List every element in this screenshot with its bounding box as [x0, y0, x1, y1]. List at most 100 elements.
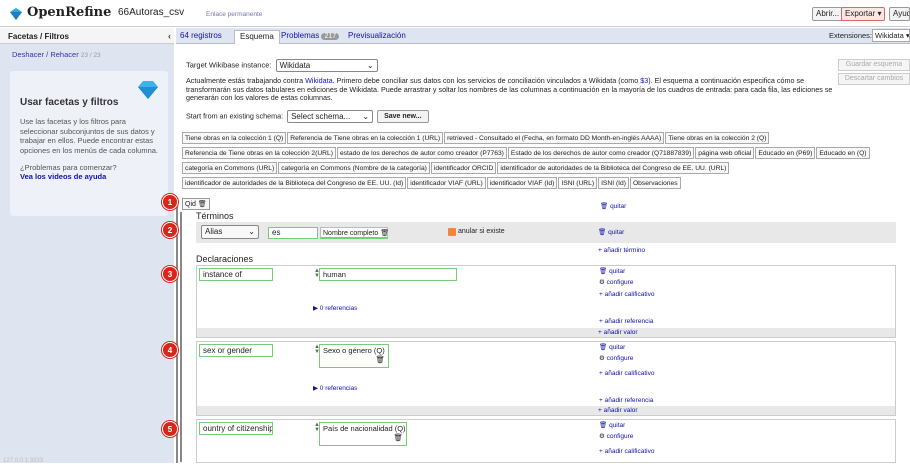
- term-value-chip[interactable]: Nombre completo 🗑: [320, 227, 389, 239]
- add-value-link[interactable]: + añadir valor: [598, 407, 638, 414]
- property-input[interactable]: sex or gender: [199, 344, 273, 357]
- problems-count-badge: 217: [321, 33, 340, 40]
- chevron-down-icon: ⌄: [248, 227, 255, 236]
- collapse-sidebar-icon[interactable]: ‹: [168, 31, 171, 41]
- configure-label: configure: [606, 355, 634, 362]
- open-button[interactable]: Abrir...: [812, 7, 844, 21]
- column-chip[interactable]: categoría en Commons (Nombre de la categ…: [278, 162, 430, 174]
- column-chip[interactable]: identificador ORCID: [430, 162, 497, 174]
- remove-statement-link[interactable]: 🗑 quitar: [599, 267, 625, 275]
- diamond-icon: [138, 81, 158, 99]
- column-chip[interactable]: retrieved - Consultado el (Fecha, en for…: [444, 132, 665, 144]
- column-chip[interactable]: estado de los derechos de autor como cre…: [336, 147, 507, 159]
- statement-footer: + añadir valor: [197, 406, 895, 415]
- column-chip[interactable]: ISNI (URL): [558, 177, 598, 189]
- column-chip[interactable]: página web oficial: [695, 147, 755, 159]
- statement-country-of-citizenship: ountry of citizenship ▲ ▼ País de naciona…: [196, 419, 896, 463]
- column-chip[interactable]: Referencia de Tiene obras en la colecció…: [182, 147, 336, 159]
- schema-description: Actualmente estás trabajando contra Wiki…: [186, 76, 836, 103]
- term-language-input[interactable]: es: [268, 227, 318, 239]
- add-qualifier-link[interactable]: + añadir calificativo: [599, 448, 654, 455]
- add-reference-link[interactable]: + añadir referencia: [599, 318, 653, 325]
- remove-item-link[interactable]: 🗑 quitar: [600, 202, 626, 210]
- annotation-badge-3: 3: [162, 266, 178, 282]
- column-chip[interactable]: Referencia de Tiene obras en la colecció…: [287, 132, 444, 144]
- configure-link[interactable]: ⚙ configure: [599, 278, 633, 286]
- add-term-link[interactable]: + añadir término: [598, 247, 645, 254]
- references-toggle[interactable]: ▶ 0 referencias: [313, 304, 357, 312]
- trash-icon[interactable]: 🗑: [380, 230, 389, 237]
- property-input[interactable]: instance of: [199, 268, 273, 281]
- tab-problems[interactable]: Problemas 217: [281, 31, 340, 40]
- discard-changes-button[interactable]: Descartar cambios: [838, 73, 910, 85]
- project-name[interactable]: 66Autoras_csv: [118, 7, 184, 18]
- qid-chip[interactable]: Qid 🗑: [182, 198, 210, 210]
- chevron-down-icon: ⌄: [362, 112, 370, 121]
- term-type-value: Alias: [205, 227, 223, 236]
- column-chip[interactable]: Tiene obras en la colección 2 (Q): [665, 132, 770, 144]
- remove-label: quitar: [609, 422, 626, 429]
- save-schema-button[interactable]: Guardar esquema: [838, 59, 910, 71]
- tab-problems-label: Problemas: [281, 31, 320, 40]
- statement-instance-of: instance of ▲ ▼ human ▶ 0 referencias 🗑 q…: [196, 265, 896, 338]
- column-chip[interactable]: identificador VIAF (URL): [407, 177, 486, 189]
- server-address: 127.0.0.1:3333: [3, 458, 44, 464]
- trash-icon[interactable]: 🗑: [375, 355, 385, 364]
- trash-icon[interactable]: 🗑: [198, 201, 207, 208]
- column-chip[interactable]: Educado en (P69): [755, 147, 816, 159]
- add-qualifier-link[interactable]: + añadir calificativo: [599, 291, 654, 298]
- qid-label: Qid: [185, 201, 196, 208]
- permalink-link[interactable]: Enlace permanente: [206, 11, 262, 18]
- references-toggle[interactable]: ▶ 0 referencias: [313, 384, 357, 392]
- top-header: OpenRefine 66Autoras_csv Enlace permanen…: [0, 0, 910, 27]
- remove-statement-link[interactable]: 🗑 quitar: [599, 421, 625, 429]
- undo-redo-tab[interactable]: Deshacer / Rehacer 23 / 23: [12, 50, 101, 59]
- value-input[interactable]: human: [319, 268, 457, 281]
- column-chip[interactable]: Estado de los derechos de autor como cre…: [507, 147, 695, 159]
- column-chip[interactable]: categoría en Commons (URL): [182, 162, 278, 174]
- configure-link[interactable]: ⚙ configure: [599, 432, 633, 440]
- help-question: ¿Problemas para comenzar?: [20, 163, 117, 172]
- configure-link[interactable]: ⚙ configure: [599, 354, 633, 362]
- terms-heading: Términos: [196, 211, 234, 221]
- export-button[interactable]: Exportar ▾: [841, 7, 886, 21]
- help-videos-link[interactable]: Vea los videos de ayuda: [20, 172, 106, 181]
- tab-schema[interactable]: Esquema: [234, 30, 280, 44]
- instance-label: Target Wikibase instance:: [186, 60, 272, 70]
- annotation-badge-5: 5: [162, 421, 178, 437]
- main-panel: 64 registros Esquema Problemas 217 Previ…: [176, 28, 910, 463]
- add-reference-link[interactable]: + añadir referencia: [599, 397, 653, 404]
- remove-label: quitar: [609, 268, 626, 275]
- add-qualifier-link[interactable]: + añadir calificativo: [599, 370, 654, 377]
- statements-heading: Declaraciones: [196, 254, 254, 264]
- remove-term-link[interactable]: 🗑 quitar: [598, 228, 624, 236]
- schema-select[interactable]: Select schema... ⌄: [287, 110, 374, 123]
- column-chip[interactable]: Observaciones: [629, 177, 681, 189]
- term-type-select[interactable]: Alias ⌄: [201, 225, 259, 239]
- extensions-select[interactable]: Wikidata ▾: [872, 29, 910, 42]
- trash-icon[interactable]: 🗑: [393, 433, 403, 442]
- schema-select-value: Select schema...: [291, 112, 351, 121]
- override-checkbox[interactable]: [448, 228, 456, 236]
- tab-records[interactable]: 64 registros: [180, 31, 222, 40]
- column-chip[interactable]: Educado en (Q): [816, 147, 870, 159]
- statement-footer: + añadir valor: [197, 328, 895, 337]
- property-input[interactable]: ountry of citizenship: [199, 422, 273, 435]
- save-new-button[interactable]: Save new...: [377, 110, 429, 123]
- add-value-link[interactable]: + añadir valor: [598, 329, 638, 336]
- help-button[interactable]: Ayuda: [889, 7, 910, 21]
- tab-preview[interactable]: Previsualización: [348, 31, 406, 40]
- annotation-badge-2: 2: [162, 222, 178, 238]
- remove-statement-link[interactable]: 🗑 quitar: [599, 343, 625, 351]
- tab-facets-label: Facetas / Filtros: [8, 32, 69, 41]
- column-chip[interactable]: Tiene obras en la colección 1 (Q): [182, 132, 287, 144]
- annotation-badge-4: 4: [162, 342, 178, 358]
- column-chip[interactable]: identificador VIAF (Id): [486, 177, 558, 189]
- column-chip[interactable]: identificador de autoridades de la Bibli…: [182, 177, 407, 189]
- value-chip[interactable]: País de nacionalidad (Q) 🗑: [319, 422, 407, 446]
- instance-select[interactable]: Wikidata ⌄: [275, 59, 378, 72]
- tab-facets-filters[interactable]: Facetas / Filtros ‹: [0, 28, 174, 44]
- column-chip[interactable]: ISNI (Id): [598, 177, 629, 189]
- value-chip[interactable]: Sexo o género (Q) 🗑: [319, 344, 389, 368]
- column-chip[interactable]: identificador de autoridades de la Bibli…: [497, 162, 730, 174]
